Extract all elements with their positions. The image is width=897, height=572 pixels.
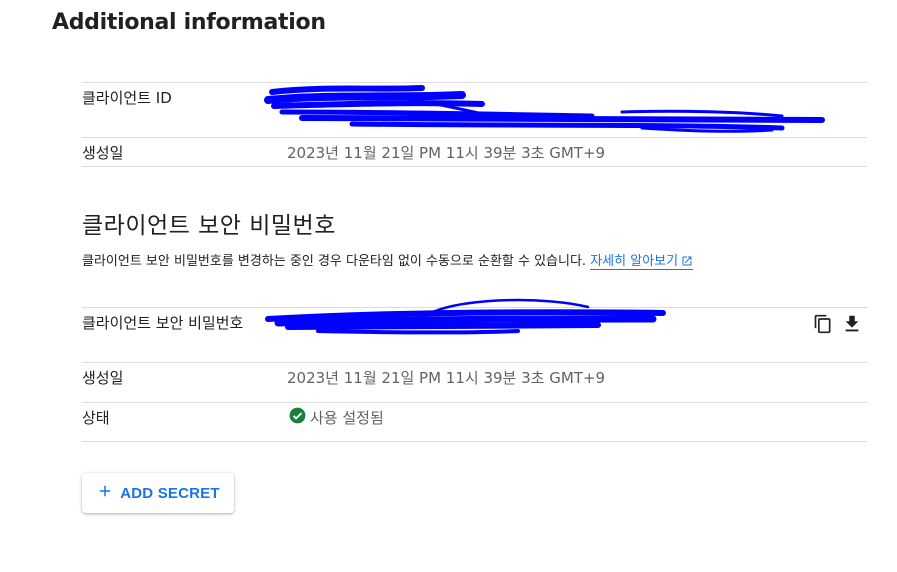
client-created-label: 생성일 — [82, 144, 124, 162]
divider — [82, 82, 867, 83]
page-heading: Additional information — [52, 10, 326, 35]
external-link-icon — [681, 254, 693, 274]
status-badge: 사용 설정됨 — [288, 406, 384, 429]
secret-redaction — [265, 298, 666, 335]
plus-icon — [96, 482, 114, 504]
divider — [82, 402, 867, 403]
divider — [82, 307, 867, 308]
download-button[interactable] — [840, 314, 864, 338]
section-title: 클라이언트 보안 비밀번호 — [82, 213, 336, 239]
client-id-redaction — [264, 85, 825, 133]
copy-icon — [813, 314, 833, 338]
client-id-label: 클라이언트 ID — [82, 89, 172, 107]
divider — [82, 362, 867, 363]
add-secret-label: ADD SECRET — [120, 484, 220, 502]
copy-button[interactable] — [811, 314, 835, 338]
secret-created-value: 2023년 11월 21일 PM 11시 39분 3초 GMT+9 — [287, 369, 606, 387]
status-label: 상태 — [82, 409, 110, 427]
section-description-text: 클라이언트 보안 비밀번호를 변경하는 중인 경우 다운타임 없이 수동으로 순… — [82, 254, 587, 269]
download-icon — [841, 313, 863, 339]
add-secret-button[interactable]: ADD SECRET — [82, 473, 234, 513]
section-description: 클라이언트 보안 비밀번호를 변경하는 중인 경우 다운타임 없이 수동으로 순… — [82, 252, 694, 274]
client-created-value: 2023년 11월 21일 PM 11시 39분 3초 GMT+9 — [287, 144, 606, 162]
learn-more-label: 자세히 알아보기 — [590, 254, 679, 269]
learn-more-link[interactable]: 자세히 알아보기 — [590, 254, 694, 270]
divider — [82, 166, 867, 167]
check-circle-icon — [288, 406, 307, 429]
status-value: 사용 설정됨 — [310, 408, 384, 427]
divider — [82, 441, 867, 442]
secret-created-label: 생성일 — [82, 369, 124, 387]
secret-label: 클라이언트 보안 비밀번호 — [82, 314, 244, 332]
divider — [82, 137, 867, 138]
